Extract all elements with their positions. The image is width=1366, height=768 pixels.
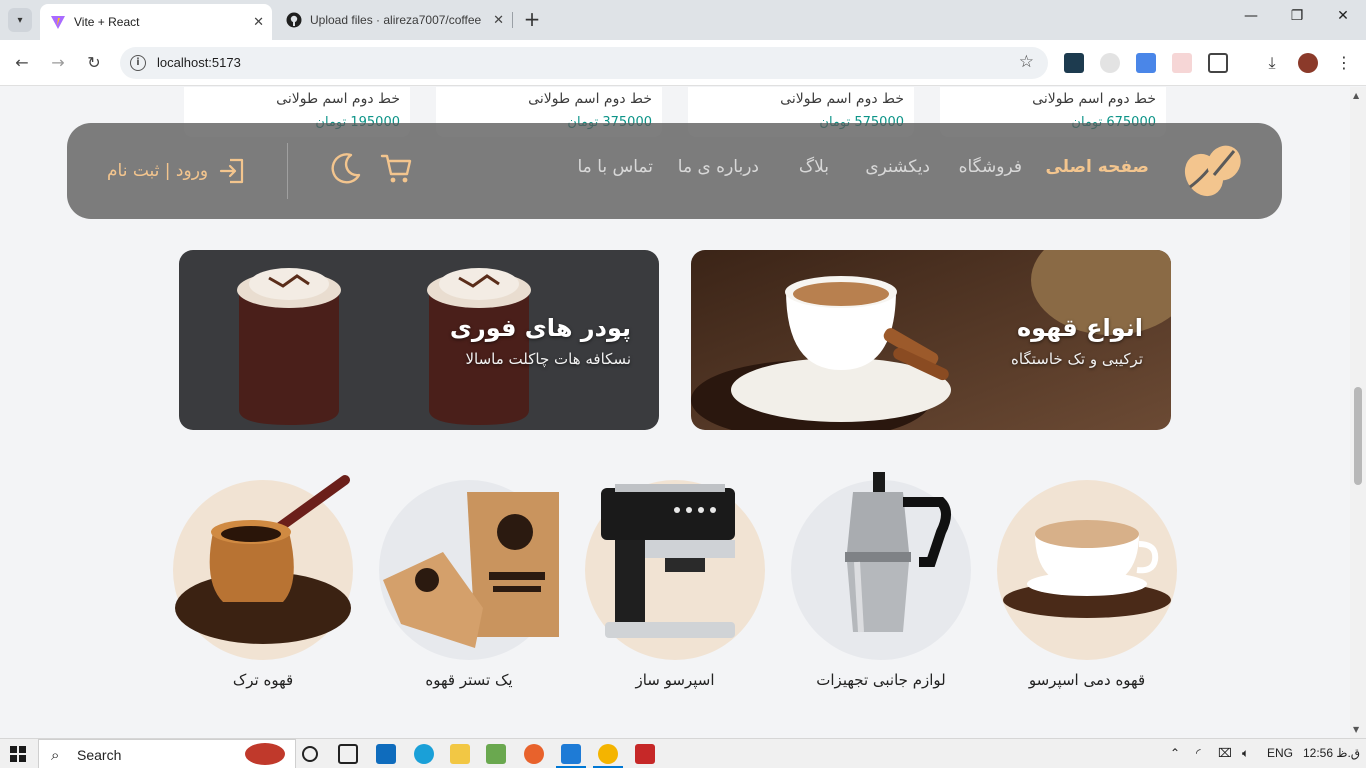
login-icon bbox=[220, 158, 244, 184]
forward-icon[interactable]: → bbox=[46, 51, 70, 75]
category-label: اسپرسو ساز bbox=[635, 671, 715, 689]
taskbar-search-box[interactable]: ⌕ Search bbox=[38, 739, 296, 768]
banner-instant-powders[interactable]: پودر های فوری نسکافه هات چاکلت ماسالا bbox=[179, 250, 659, 430]
dark-mode-moon-icon[interactable] bbox=[329, 151, 363, 185]
product-name: خط دوم اسم طولانی bbox=[528, 91, 652, 107]
reload-icon[interactable]: ↻ bbox=[82, 51, 106, 75]
close-window-icon[interactable]: ✕ bbox=[1328, 8, 1358, 24]
chrome-icon[interactable] bbox=[598, 744, 618, 764]
latte-cup-icon bbox=[1003, 520, 1171, 618]
address-bar[interactable]: i localhost:5173 ☆ bbox=[120, 47, 1048, 79]
category-label: قهوه ترک bbox=[232, 671, 294, 689]
clock[interactable]: 12:56 ق.ظ bbox=[1303, 746, 1360, 760]
site-header: صفحه اصلی فروشگاه دیکشنری بلاگ درباره ی … bbox=[67, 123, 1282, 219]
url-text: localhost:5173 bbox=[157, 55, 241, 70]
category-turkish-coffee[interactable]: قهوه ترک bbox=[173, 475, 353, 700]
minimize-icon[interactable]: — bbox=[1236, 8, 1266, 24]
product-name: خط دوم اسم طولانی bbox=[276, 91, 400, 107]
taskbar-search-label: Search bbox=[77, 747, 122, 763]
new-tab-icon[interactable]: + bbox=[520, 8, 544, 32]
browser-tabbar: ▾ Vite + React ✕ Upload files · alireza7… bbox=[0, 0, 1366, 40]
header-divider bbox=[287, 143, 288, 199]
banner-title: پودر های فوری bbox=[449, 314, 631, 342]
turkish-cezve-icon bbox=[175, 475, 351, 644]
back-icon[interactable]: ← bbox=[10, 51, 34, 75]
bookmark-star-icon[interactable]: ☆ bbox=[1019, 52, 1034, 72]
tab-title: Vite + React bbox=[74, 15, 140, 29]
language-indicator[interactable]: ENG bbox=[1267, 746, 1293, 760]
page-viewport: خط دوم اسم طولانی 195000 تومان خط دوم اس… bbox=[0, 87, 1350, 738]
nav-contact[interactable]: تماس با ما bbox=[578, 157, 654, 177]
download-icon[interactable]: ⤓ bbox=[1262, 53, 1282, 73]
browser-toolbar: ← → ↻ i localhost:5173 ☆ ⤓ ⋮ bbox=[0, 40, 1366, 86]
extension-icon[interactable] bbox=[1064, 53, 1084, 73]
category-accessories[interactable]: لوازم جانبی تجهیزات bbox=[791, 472, 971, 700]
volume-icon[interactable]: 🔈︎ bbox=[1242, 746, 1249, 761]
category-label: قهوه دمی اسپرسو bbox=[1028, 671, 1146, 689]
scrollbar-thumb[interactable] bbox=[1354, 387, 1362, 485]
edge-icon[interactable] bbox=[414, 744, 434, 764]
tab-title: Upload files · alireza7007/coffee bbox=[310, 13, 482, 27]
nav-shop[interactable]: فروشگاه bbox=[959, 157, 1022, 177]
poinsettia-search-decoration bbox=[245, 743, 285, 765]
category-espresso-coffee[interactable]: قهوه دمی اسپرسو bbox=[997, 480, 1177, 700]
task-view-icon[interactable] bbox=[302, 746, 318, 762]
nav-about[interactable]: درباره ی ما bbox=[678, 157, 759, 177]
wifi-icon[interactable]: ◜ bbox=[1196, 746, 1201, 760]
product-name: خط دوم اسم طولانی bbox=[1032, 91, 1156, 107]
restore-icon[interactable]: ❐ bbox=[1282, 8, 1312, 24]
network-icon[interactable]: ⌧ bbox=[1218, 746, 1232, 760]
site-info-icon[interactable]: i bbox=[130, 55, 146, 71]
nav-dictionary[interactable]: دیکشنری bbox=[865, 157, 930, 177]
extension-icon[interactable] bbox=[1100, 53, 1120, 73]
firefox-icon[interactable] bbox=[524, 744, 544, 764]
search-icon: ⌕ bbox=[51, 746, 60, 764]
banner-coffee-types[interactable]: انواع قهوه ترکیبی و تک خاستگاه bbox=[691, 250, 1171, 430]
extension-icon[interactable] bbox=[1172, 53, 1192, 73]
close-tab-icon[interactable]: ✕ bbox=[253, 14, 264, 30]
product-name: خط دوم اسم طولانی bbox=[780, 91, 904, 107]
translate-extension-icon[interactable] bbox=[1136, 53, 1156, 73]
github-icon bbox=[286, 12, 302, 28]
category-coffee-roaster[interactable]: یک تستر قهوه bbox=[379, 480, 559, 700]
page-scrollbar[interactable]: ▲ ▼ bbox=[1350, 87, 1366, 738]
nav-home[interactable]: صفحه اصلی bbox=[1045, 157, 1149, 177]
profile-avatar[interactable] bbox=[1298, 53, 1318, 73]
tab-github-upload[interactable]: Upload files · alireza7007/coffee ✕ bbox=[278, 0, 512, 40]
tray-overflow-chevron-icon[interactable]: ⌃ bbox=[1170, 746, 1180, 760]
widgets-icon[interactable] bbox=[338, 744, 358, 764]
login-label: ورود | ثبت نام bbox=[107, 161, 209, 181]
tab-search-icon[interactable]: ▾ bbox=[8, 8, 32, 32]
store-icon[interactable] bbox=[486, 744, 506, 764]
espresso-machine-icon bbox=[601, 484, 735, 638]
banner-subtitle: نسکافه هات چاکلت ماسالا bbox=[465, 350, 631, 368]
extensions-puzzle-icon[interactable] bbox=[1208, 53, 1228, 73]
vite-icon bbox=[51, 16, 65, 29]
vscode-icon[interactable] bbox=[561, 744, 581, 764]
moka-pot-icon bbox=[845, 472, 951, 633]
banner-title: انواع قهوه bbox=[1016, 314, 1143, 342]
tab-vite-react[interactable]: Vite + React ✕ bbox=[40, 4, 272, 40]
windows-taskbar: ⌕ Search ⌃ ◜ ⌧ 🔈︎ ENG 12:56 ق.ظ bbox=[0, 738, 1366, 768]
windows-start-icon[interactable] bbox=[10, 746, 26, 762]
outlook-icon[interactable] bbox=[376, 744, 396, 764]
coffee-bean-logo-icon[interactable] bbox=[1182, 141, 1244, 201]
close-tab-icon[interactable]: ✕ bbox=[493, 12, 504, 28]
coffee-bags-icon bbox=[383, 492, 559, 648]
category-label: یک تستر قهوه bbox=[425, 671, 513, 689]
category-espresso-machine[interactable]: اسپرسو ساز bbox=[585, 480, 765, 700]
category-label: لوازم جانبی تجهیزات bbox=[816, 671, 946, 689]
app-icon[interactable] bbox=[635, 744, 655, 764]
scroll-down-icon[interactable]: ▼ bbox=[1353, 725, 1359, 734]
menu-kebab-icon[interactable]: ⋮ bbox=[1334, 53, 1354, 73]
file-explorer-icon[interactable] bbox=[450, 744, 470, 764]
cart-icon[interactable] bbox=[379, 151, 413, 185]
banner-subtitle: ترکیبی و تک خاستگاه bbox=[1011, 350, 1143, 368]
nav-blog[interactable]: بلاگ bbox=[799, 157, 829, 177]
tab-divider bbox=[512, 12, 513, 28]
login-register-link[interactable]: ورود | ثبت نام bbox=[107, 157, 246, 185]
scroll-up-icon[interactable]: ▲ bbox=[1353, 91, 1359, 100]
